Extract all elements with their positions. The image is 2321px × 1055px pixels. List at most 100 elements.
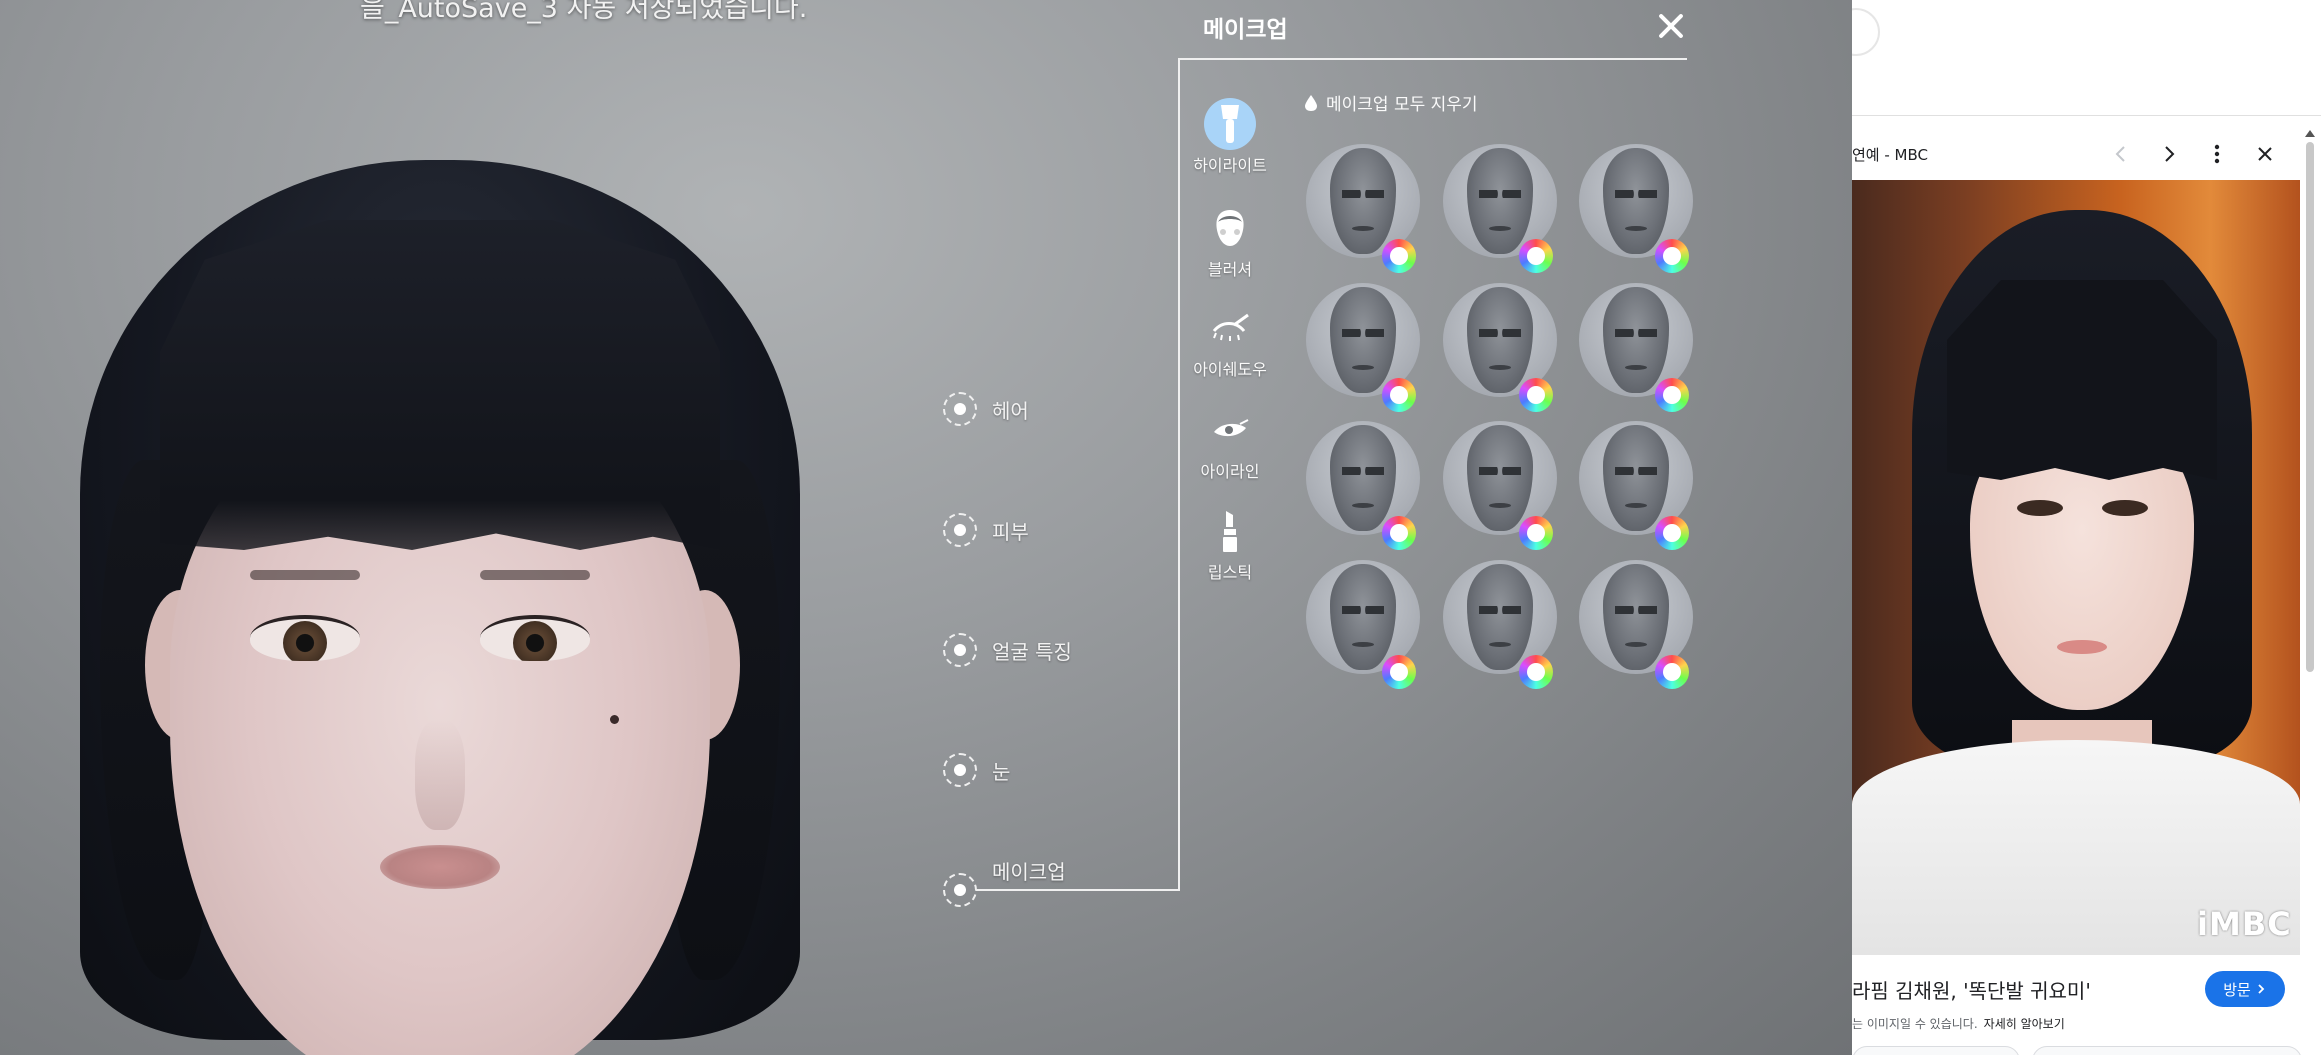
preset-face-thumbnail [1603,425,1669,531]
scrollbar[interactable] [2305,130,2315,690]
radio-icon [943,392,977,426]
browser-side-panel: 연예 - MBC iMBC 라핌 김채원, '똑단발 귀요미' 방문 는 이미지… [1852,0,2321,1055]
character-nose [415,720,465,830]
preset-face-thumbnail [1330,425,1396,531]
makeup-preset[interactable] [1443,283,1557,412]
color-wheel-icon[interactable] [1382,239,1416,273]
category-label: 얼굴 특징 [992,639,1072,664]
scroll-thumb[interactable] [2306,142,2314,672]
category-face-features[interactable]: 얼굴 특징 [943,633,1072,667]
color-wheel-icon[interactable] [1655,239,1689,273]
category-hair[interactable]: 헤어 [943,392,1029,426]
makeup-preset[interactable] [1443,560,1557,689]
color-wheel-icon[interactable] [1519,516,1553,550]
subtab-label: 블러셔 [1207,260,1253,279]
more-options-button[interactable] [2201,138,2233,170]
next-button[interactable] [2153,138,2185,170]
related-chip[interactable] [1852,1046,2020,1055]
imbc-watermark: iMBC [2197,905,2292,943]
character-eye-right [480,615,590,661]
color-wheel-icon[interactable] [1655,655,1689,689]
preview-image[interactable]: iMBC [1852,180,2300,955]
character-bangs [160,220,720,550]
visit-button[interactable]: 방문 [2205,971,2285,1007]
copyright-text: 는 이미지일 수 있습니다. [1852,1017,1978,1031]
learn-more-link[interactable]: 자세히 알아보기 [1984,1017,2065,1031]
color-wheel-icon[interactable] [1382,655,1416,689]
character-brow-left [250,570,360,580]
character-eye-left [250,615,360,661]
color-wheel-icon[interactable] [1382,516,1416,550]
subtab-highlight[interactable]: 하이라이트 [1180,98,1280,176]
radio-icon [943,873,977,907]
image-source[interactable]: 연예 - MBC [1852,144,1928,165]
subtab-label: 하이라이트 [1193,156,1267,175]
color-wheel-icon[interactable] [1519,655,1553,689]
toolbar-button[interactable] [1852,8,1880,56]
color-wheel-icon[interactable] [1519,378,1553,412]
category-skin[interactable]: 피부 [943,513,1029,547]
makeup-preset[interactable] [1443,144,1557,273]
makeup-preset[interactable] [1306,560,1420,689]
preset-face-thumbnail [1330,564,1396,670]
chevron-right-icon [2165,146,2175,162]
scroll-up-arrow-icon[interactable] [2305,130,2315,137]
image-caption[interactable]: 라핌 김채원, '똑단발 귀요미' [1852,975,2091,1004]
clear-all-makeup-button[interactable]: 메이크업 모두 지우기 [1304,90,1478,115]
category-label: 헤어 [992,398,1029,423]
category-label: 메이크업 [992,860,1066,884]
close-viewer-button[interactable] [2249,138,2281,170]
visit-label: 방문 [2223,980,2251,999]
color-wheel-icon[interactable] [1655,516,1689,550]
preset-face-thumbnail [1603,287,1669,393]
eyeliner-icon [1204,404,1256,456]
brush-icon [1204,98,1256,150]
preset-face-thumbnail [1603,564,1669,670]
makeup-preset[interactable] [1579,421,1693,550]
close-button[interactable] [1651,6,1691,46]
makeup-preset[interactable] [1579,560,1693,689]
autosave-notification: 을_AutoSave_3 자동 저장되었습니다. [360,0,808,24]
makeup-preset[interactable] [1579,283,1693,412]
category-makeup[interactable]: 메이크업 [943,860,1066,907]
panel-divider-top [1180,58,1687,60]
preset-face-thumbnail [1467,425,1533,531]
makeup-preset[interactable] [1443,421,1557,550]
color-wheel-icon[interactable] [1655,378,1689,412]
chevron-left-icon [2115,146,2125,162]
eyeshadow-icon [1204,302,1256,354]
subtab-eyeshadow[interactable]: 아이쉐도우 [1180,302,1280,380]
browser-topbar [1852,0,2321,116]
character-preview[interactable] [60,160,820,1055]
lipstick-icon [1204,505,1256,557]
related-chip[interactable] [2032,1046,2302,1055]
makeup-preset[interactable] [1579,144,1693,273]
makeup-preset[interactable] [1306,144,1420,273]
character-mouth [380,845,500,889]
preset-face-thumbnail [1467,148,1533,254]
category-eyes[interactable]: 눈 [943,753,1010,787]
subtab-eyeliner[interactable]: 아이라인 [1180,404,1280,482]
previous-button[interactable] [2105,138,2137,170]
radio-icon [943,753,977,787]
subtab-label: 아이라인 [1200,462,1260,481]
preset-face-thumbnail [1603,148,1669,254]
color-wheel-icon[interactable] [1519,239,1553,273]
close-icon [2258,147,2272,161]
color-wheel-icon[interactable] [1382,378,1416,412]
preset-face-thumbnail [1467,287,1533,393]
character-mole [610,715,619,724]
radio-icon [943,513,977,547]
clear-all-label: 메이크업 모두 지우기 [1326,95,1478,115]
more-vert-icon [2214,144,2220,164]
category-label: 눈 [992,759,1011,784]
subtab-lipstick[interactable]: 립스틱 [1180,505,1280,583]
subtab-label: 아이쉐도우 [1193,360,1267,379]
subtab-blusher[interactable]: 블러셔 [1180,202,1280,280]
makeup-preset[interactable] [1306,421,1420,550]
makeup-preset[interactable] [1306,283,1420,412]
blusher-face-icon [1204,202,1256,254]
subtab-label: 립스틱 [1207,563,1253,582]
copyright-note: 는 이미지일 수 있습니다. 자세히 알아보기 [1852,1015,2065,1032]
drop-icon [1305,94,1317,111]
